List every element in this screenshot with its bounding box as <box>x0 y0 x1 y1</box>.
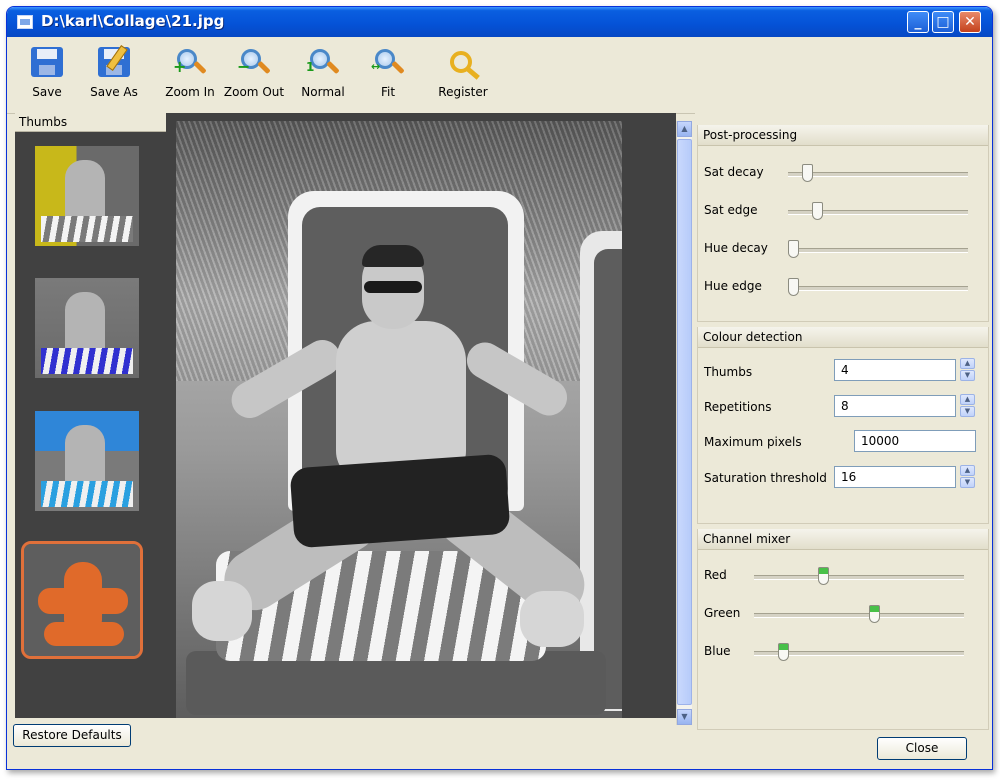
zoom-in-button[interactable]: + Zoom In <box>161 43 219 109</box>
green-label: Green <box>704 606 741 620</box>
post-processing-group: Post-processing Sat decay Sat edge Hue dec… <box>697 125 989 322</box>
thumbs-count-spinner[interactable]: ▲ ▼ <box>960 358 975 382</box>
red-slider[interactable] <box>754 575 964 580</box>
colour-detection-group: Colour detection Thumbs 4 ▲ ▼ Repetitions… <box>697 327 989 524</box>
thumbnail-4-selected[interactable] <box>21 541 143 659</box>
maximize-icon: □ <box>936 14 950 30</box>
thumbs-count-input[interactable]: 4 <box>834 359 956 381</box>
repetitions-input[interactable]: 8 <box>834 395 956 417</box>
fit-button[interactable]: ↔ Fit <box>367 43 409 109</box>
blue-label: Blue <box>704 644 731 658</box>
minimize-icon: _ <box>914 14 922 30</box>
sat-decay-slider-thumb[interactable] <box>801 164 813 182</box>
save-as-button[interactable]: Save As <box>85 43 143 109</box>
scroll-down-button[interactable]: ▼ <box>677 709 692 725</box>
register-label: Register <box>438 85 488 99</box>
scroll-up-button[interactable]: ▲ <box>677 121 692 137</box>
maximum-pixels-input[interactable]: 10000 <box>854 430 976 452</box>
saturation-threshold-label: Saturation threshold <box>704 471 827 485</box>
post-processing-header: Post-processing <box>698 125 988 146</box>
sat-decay-slider[interactable] <box>788 172 968 177</box>
red-slider-thumb[interactable] <box>817 567 829 585</box>
channel-mixer-group: Channel mixer Red Green Blue <box>697 529 989 730</box>
fit-label: Fit <box>380 85 396 99</box>
hue-edge-slider-thumb[interactable] <box>788 278 799 296</box>
blue-slider-thumb[interactable] <box>777 643 789 661</box>
hue-decay-slider-thumb[interactable] <box>788 240 799 258</box>
thumbnail-1[interactable] <box>35 146 139 246</box>
scroll-thumb[interactable] <box>677 139 692 705</box>
app-window: D:\karl\Collage\21.jpg _ □ ✕ Save Save A… <box>6 6 993 770</box>
settings-panel: Post-processing Sat decay Sat edge Hue dec… <box>695 113 992 733</box>
zoom-out-button[interactable]: − Zoom Out <box>223 43 285 109</box>
image-viewport[interactable] <box>166 113 676 718</box>
repetitions-spinner[interactable]: ▲ ▼ <box>960 394 975 418</box>
image-app-icon <box>17 15 33 29</box>
maximum-pixels-label: Maximum pixels <box>704 435 802 449</box>
thumbnail-2[interactable] <box>35 278 139 378</box>
normal-zoom-button[interactable]: 1 Normal <box>297 43 349 109</box>
floppy-disk-pen-icon <box>97 45 131 81</box>
hue-decay-slider[interactable] <box>788 248 968 253</box>
sat-edge-slider-thumb[interactable] <box>811 202 823 220</box>
sat-edge-label: Sat edge <box>704 203 758 217</box>
thumbs-header: Thumbs <box>15 113 166 132</box>
register-button[interactable]: Register <box>433 43 493 109</box>
thumbnail-3[interactable] <box>35 411 139 511</box>
close-icon: ✕ <box>964 14 976 30</box>
zoom-fit-icon: ↔ <box>371 47 405 81</box>
colour-detection-header: Colour detection <box>698 327 988 348</box>
photo-image <box>176 121 622 718</box>
sat-decay-label: Sat decay <box>704 165 764 179</box>
hue-decay-label: Hue decay <box>704 241 768 255</box>
hue-edge-slider[interactable] <box>788 286 968 291</box>
thumbs-count-label: Thumbs <box>704 365 753 379</box>
channel-mixer-header: Channel mixer <box>698 529 988 550</box>
saturation-threshold-spinner[interactable]: ▲ ▼ <box>960 465 975 489</box>
zoom-in-icon: + <box>173 47 207 81</box>
zoom-out-icon: − <box>237 47 271 81</box>
minimize-button[interactable]: _ <box>907 11 929 33</box>
title-bar[interactable]: D:\karl\Collage\21.jpg _ □ ✕ <box>7 7 992 37</box>
save-as-label: Save As <box>90 85 138 99</box>
restore-defaults-button[interactable]: Restore Defaults <box>13 724 131 747</box>
key-icon <box>446 47 480 81</box>
green-slider[interactable] <box>754 613 964 618</box>
zoom-out-label: Zoom Out <box>223 85 285 99</box>
zoom-normal-icon: 1 <box>306 47 340 81</box>
image-vertical-scrollbar[interactable]: ▲ ▼ <box>676 121 692 725</box>
normal-label: Normal <box>301 85 345 99</box>
hue-edge-label: Hue edge <box>704 279 762 293</box>
close-button[interactable]: Close <box>877 737 967 760</box>
maximize-button[interactable]: □ <box>932 11 954 33</box>
repetitions-label: Repetitions <box>704 400 772 414</box>
zoom-in-label: Zoom In <box>165 85 215 99</box>
floppy-disk-icon <box>30 47 64 81</box>
save-label: Save <box>32 85 62 99</box>
green-slider-thumb[interactable] <box>869 605 881 623</box>
window-title: D:\karl\Collage\21.jpg <box>41 12 225 30</box>
red-label: Red <box>704 568 727 582</box>
saturation-threshold-input[interactable]: 16 <box>834 466 956 488</box>
thumbs-panel: Thumbs <box>15 113 166 718</box>
toolbar: Save Save As + Zoom In − Zoom Out 1 Norm… <box>7 37 992 114</box>
save-button[interactable]: Save <box>21 43 73 109</box>
close-window-button[interactable]: ✕ <box>959 11 981 33</box>
